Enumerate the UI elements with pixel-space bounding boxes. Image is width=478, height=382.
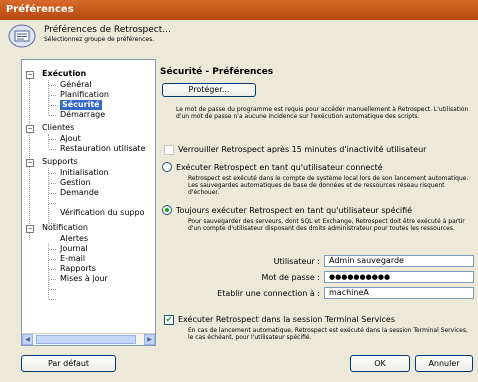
tree-item-alertes[interactable]: Alertes	[60, 234, 88, 244]
tree-item-notification[interactable]: Notification	[42, 223, 88, 233]
protect-button-label: Protéger...	[188, 85, 230, 94]
header-title: Préférences de Retrospect...	[44, 25, 171, 35]
run-connected-description: Retrospect est exécuté dans le compte de…	[188, 175, 469, 196]
tree-item-planification[interactable]: Planification	[60, 90, 109, 100]
terminal-services-label[interactable]: Exécuter Retrospect dans la session Term…	[178, 315, 395, 324]
collapse-supports-icon[interactable]: −	[26, 159, 34, 167]
tree-item-journal[interactable]: Journal	[60, 244, 88, 254]
panel-title: Sécurité - Préférences	[160, 67, 274, 77]
run-connected-radio[interactable]	[162, 162, 172, 172]
tree-item-general[interactable]: Général	[60, 80, 92, 90]
tree-item-ajout[interactable]: Ajout	[60, 134, 81, 144]
tree-item-rapports[interactable]: Rapports	[60, 264, 96, 274]
protect-button[interactable]: Protéger...	[162, 83, 256, 97]
tree-item-supports[interactable]: Supports	[42, 157, 78, 167]
tree-item-demande[interactable]: Demande	[60, 188, 99, 198]
tree-item-email[interactable]: E-mail	[60, 254, 85, 264]
scroll-right-icon[interactable]: ▶	[144, 334, 155, 345]
run-always-label[interactable]: Toujours exécuter Retrospect en tant qu'…	[176, 206, 412, 215]
terminal-services-description: En cas de lancement automatique, Retrosp…	[188, 327, 468, 341]
ok-button-label: OK	[374, 359, 386, 368]
run-connected-label[interactable]: Exécuter Retrospect en tant qu'utilisate…	[176, 163, 383, 172]
user-label: Utilisateur :	[273, 257, 320, 266]
lock-label[interactable]: Verrouiller Retrospect après 15 minutes …	[178, 145, 426, 154]
tree-item-verification[interactable]: Vérification du suppo	[60, 208, 144, 218]
dialog-header: Préférences de Retrospect... Sélectionne…	[0, 20, 478, 54]
connection-label: Etablir une connection à :	[217, 289, 320, 298]
cancel-button[interactable]: Annuler	[415, 355, 473, 372]
scroll-thumb[interactable]	[36, 335, 136, 344]
password-field[interactable]: ●●●●●●●●●●	[324, 271, 474, 283]
user-field[interactable]: Admin sauvegarde	[324, 255, 474, 267]
tree-item-initialisation[interactable]: Initialisation	[60, 168, 109, 178]
collapse-clientes-icon[interactable]: −	[26, 125, 34, 133]
tree-item-execution[interactable]: Exécution	[42, 69, 86, 79]
connection-field[interactable]: machineA	[324, 287, 474, 299]
run-always-description: Pour sauvegarder des serveurs, dont SQL …	[188, 218, 465, 232]
tree-item-gestion[interactable]: Gestion	[60, 178, 91, 188]
window-title: Préférences	[0, 0, 478, 20]
run-always-radio[interactable]	[162, 205, 172, 215]
preferences-icon	[8, 24, 36, 48]
security-panel: Sécurité - Préférences Protéger... Le mo…	[160, 59, 475, 344]
scroll-left-icon[interactable]: ◀	[22, 334, 33, 345]
default-button-label: Par défaut	[47, 359, 90, 368]
tree-item-demarrage[interactable]: Démarrage	[60, 110, 105, 120]
preferences-tree[interactable]: − Exécution Général Planification Sécuri…	[21, 59, 156, 346]
tree-item-mises-a-jour[interactable]: Mises à jour	[60, 274, 108, 284]
ok-button[interactable]: OK	[350, 355, 410, 372]
terminal-services-checkbox[interactable]: ✔	[164, 315, 174, 325]
collapse-notification-icon[interactable]: −	[26, 225, 34, 233]
tree-item-clientes[interactable]: Clientes	[42, 123, 74, 133]
tree-item-securite[interactable]: Sécurité	[60, 100, 102, 110]
default-button[interactable]: Par défaut	[21, 355, 116, 372]
password-label: Mot de passe :	[261, 273, 321, 282]
collapse-execution-icon[interactable]: −	[26, 71, 34, 79]
tree-item-restauration[interactable]: Restauration utilisate	[60, 144, 145, 154]
tree-horizontal-scrollbar[interactable]: ◀ ▶	[22, 333, 155, 345]
header-subtitle: Sélectionnez groupe de préférences.	[44, 36, 155, 43]
cancel-button-label: Annuler	[428, 359, 460, 368]
protect-description: Le mot de passe du programme est requis …	[176, 106, 469, 120]
lock-checkbox[interactable]	[164, 145, 174, 155]
